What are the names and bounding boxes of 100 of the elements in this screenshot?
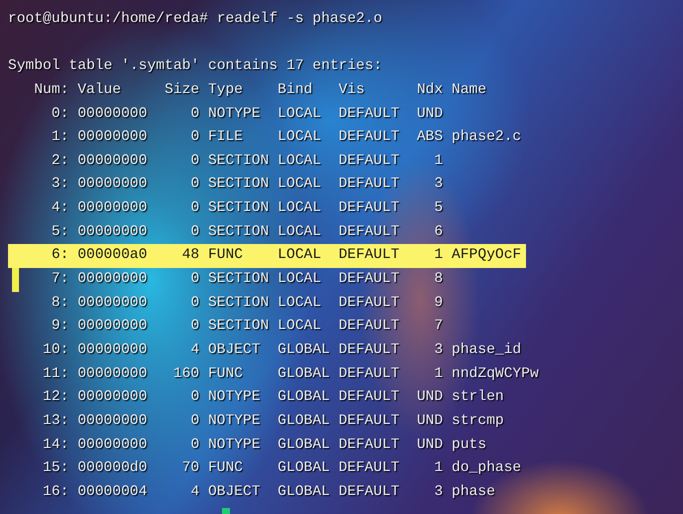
- table-cell-text: 00000000: [78, 436, 148, 455]
- table-cell-text: LOCAL: [278, 152, 322, 171]
- table-cell-text: 11:: [42, 364, 69, 384]
- table-cell-text: 3:: [50, 175, 69, 194]
- table-cell-text: FUNC: [208, 246, 244, 266]
- table-cell-text: UND: [416, 104, 443, 124]
- table-cell-text: 00000000: [78, 388, 148, 408]
- table-cell-text: FUNC: [208, 364, 244, 384]
- table-cell-text: NOTYPE: [208, 104, 262, 124]
- table-cell-text: 1: [433, 246, 443, 266]
- table-cell-text: LOCAL: [278, 317, 322, 336]
- table-cell-text: DEFAULT: [338, 246, 400, 266]
- table-cell-text: 00000000: [78, 104, 148, 124]
- column-header: Type: [208, 80, 244, 100]
- table-cell-text: DEFAULT: [338, 128, 400, 148]
- table-cell-text: DEFAULT: [338, 222, 400, 242]
- column-header: Name: [452, 80, 486, 100]
- table-cell-text: 48: [180, 246, 200, 266]
- table-cell-text: NOTYPE: [208, 388, 262, 408]
- column-header: Vis: [338, 80, 366, 100]
- table-cell-text: DEFAULT: [338, 294, 400, 313]
- table-cell-text: 7: [433, 317, 443, 336]
- table-cell-text: SECTION: [208, 199, 269, 218]
- column-header: Value: [78, 80, 122, 100]
- table-cell-text: 1: [433, 152, 443, 171]
- column-header: Ndx: [416, 80, 443, 100]
- table-cell-text: GLOBAL: [278, 459, 330, 478]
- table-cell-text: 4:: [50, 199, 69, 218]
- table-cell-text: 00000000: [78, 364, 148, 384]
- table-cell-text: GLOBAL: [278, 364, 330, 384]
- table-cell-text: 0: [190, 222, 200, 242]
- table-cell-text: 9:: [50, 317, 69, 336]
- table-cell-text: UND: [416, 388, 443, 408]
- table-cell-text: 00000000: [78, 199, 148, 218]
- table-cell-text: SECTION: [208, 152, 269, 171]
- table-cell-text: 14:: [42, 436, 69, 455]
- table-cell-text: 9: [433, 294, 443, 313]
- table-cell-text: 00000000: [78, 152, 148, 171]
- table-cell-text: 6: [433, 222, 443, 242]
- table-cell-text: strlen: [452, 388, 504, 408]
- table-cell-text: 0: [190, 436, 200, 455]
- table-cell-text: 0: [190, 388, 200, 408]
- table-cell-text: DEFAULT: [338, 175, 400, 194]
- table-cell-text: LOCAL: [278, 294, 322, 313]
- table-cell-text: FILE: [208, 128, 244, 148]
- table-cell-text: DEFAULT: [338, 412, 400, 431]
- table-cell-text: 13:: [42, 412, 69, 431]
- table-cell-text: GLOBAL: [278, 482, 330, 502]
- table-cell-text: 00000000: [78, 317, 148, 336]
- table-cell-text: puts: [452, 436, 486, 455]
- table-cell-text: DEFAULT: [338, 340, 400, 360]
- table-cell-text: 000000d0: [78, 459, 148, 478]
- column-header: Size: [164, 80, 200, 100]
- table-cell-text: 0: [190, 412, 200, 431]
- column-header: Bind: [278, 80, 314, 100]
- table-cell-text: SECTION: [208, 317, 269, 336]
- table-cell-text: phase: [452, 482, 496, 502]
- table-cell-text: 00000000: [78, 222, 148, 242]
- table-cell-text: 0: [190, 175, 200, 194]
- table-cell-text: DEFAULT: [338, 270, 400, 290]
- table-cell-text: 5: [433, 199, 443, 218]
- table-cell-text: 15:: [42, 459, 69, 478]
- table-cell-text: LOCAL: [278, 128, 322, 148]
- table-cell-text: LOCAL: [278, 246, 322, 266]
- table-cell-text: 1:: [50, 128, 69, 148]
- table-cell-text: LOCAL: [278, 175, 322, 194]
- table-cell-text: LOCAL: [278, 199, 322, 218]
- table-cell-text: 160: [172, 364, 200, 384]
- table-cell-text: 00000000: [78, 175, 148, 194]
- table-cell-text: 7:: [50, 270, 69, 290]
- table-cell-text: DEFAULT: [338, 364, 400, 384]
- table-cell-text: 00000000: [78, 294, 148, 313]
- table-cell-text: DEFAULT: [338, 104, 400, 124]
- table-cell-text: phase2.c: [452, 128, 522, 148]
- table-cell-text: 4: [190, 340, 200, 360]
- table-cell-text: 00000000: [78, 340, 148, 360]
- table-cell-text: 00000004: [78, 482, 148, 502]
- table-cell-text: ABS: [416, 128, 443, 148]
- table-cell-text: UND: [416, 436, 443, 455]
- table-cell-text: 3: [433, 175, 443, 194]
- table-cell-text: 0: [190, 128, 200, 148]
- table-cell-text: 3: [433, 340, 443, 360]
- table-cell-text: phase_id: [452, 340, 522, 360]
- table-cell-text: 2:: [50, 152, 69, 171]
- table-cell-text: AFPQyOcF: [452, 246, 522, 266]
- table-cell-text: strcmp: [452, 412, 504, 431]
- table-cell-text: 70: [180, 459, 200, 478]
- table-cell-text: FUNC: [208, 459, 244, 478]
- command-line: root@ubuntu:/home/reda# readelf -s phase2.o: [8, 10, 384, 29]
- table-cell-text: 8: [433, 270, 443, 290]
- table-cell-text: 5:: [50, 222, 69, 242]
- table-cell-text: SECTION: [208, 294, 269, 313]
- table-cell-text: do_phase: [452, 459, 522, 478]
- table-cell-text: LOCAL: [278, 222, 322, 242]
- table-cell-text: OBJECT: [208, 340, 262, 360]
- table-cell-text: NOTYPE: [208, 412, 262, 431]
- table-cell-text: SECTION: [208, 175, 269, 194]
- table-cell-text: 12:: [42, 388, 69, 408]
- table-cell-text: 000000a0: [78, 246, 148, 266]
- table-cell-text: SECTION: [208, 222, 269, 242]
